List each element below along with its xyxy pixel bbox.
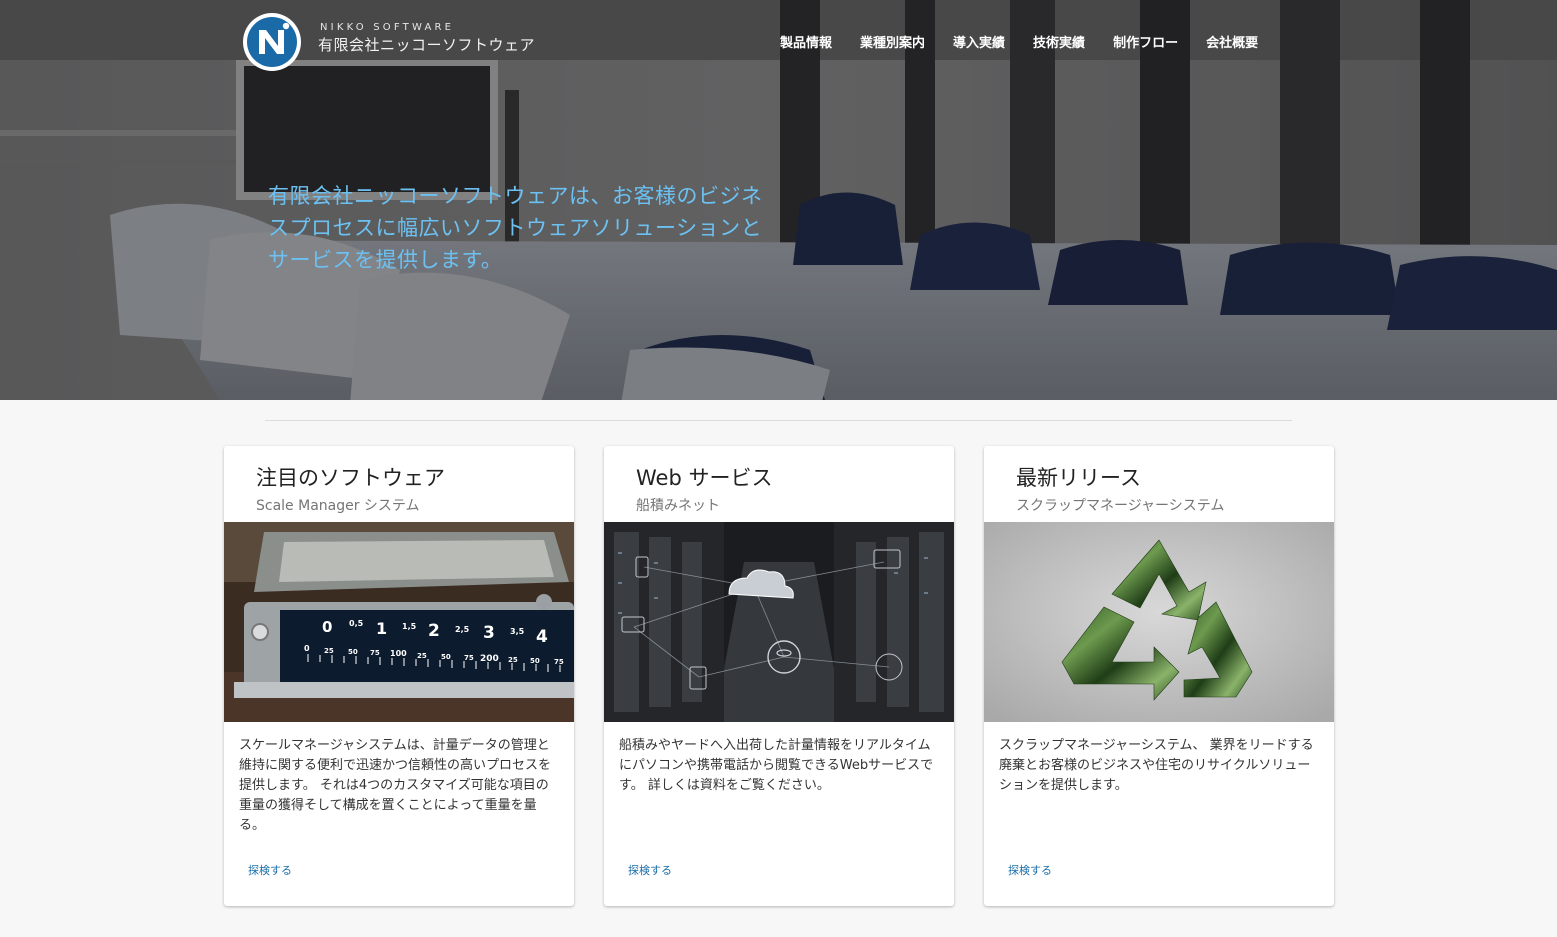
- svg-text:100: 100: [390, 649, 407, 658]
- nav-item-workflow[interactable]: 制作フロー: [1099, 32, 1192, 51]
- hero-banner: NIKKO SOFTWARE 有限会社ニッコーソフトウェア 製品情報 業種別案内…: [0, 0, 1557, 400]
- svg-text:25: 25: [324, 647, 334, 655]
- svg-text:0: 0: [304, 644, 310, 653]
- nav-item-products[interactable]: 製品情報: [766, 32, 846, 51]
- svg-text:0,5: 0,5: [349, 619, 364, 628]
- nav-item-company[interactable]: 会社概要: [1192, 32, 1272, 51]
- svg-text:0: 0: [322, 618, 332, 636]
- svg-text:3,5: 3,5: [510, 627, 525, 636]
- card-description: スケールマネージャシステムは、計量データの管理と維持に関する便利で迅速かつ信頼性…: [239, 738, 552, 833]
- svg-text:4: 4: [536, 627, 548, 647]
- svg-text:25: 25: [417, 652, 427, 660]
- recycle-symbol-image: [984, 522, 1334, 722]
- svg-text:200: 200: [480, 654, 499, 664]
- hero-tagline: 有限会社ニッコーソフトウェアは、お客様のビジネスプロセスに幅広いソフトウェアソリ…: [268, 184, 763, 272]
- card-subtitle: スクラップマネージャーシステム: [1016, 498, 1225, 514]
- card-description: 船積みやヤードへ入出荷した計量情報をリアルタイムにパソコンや携帯電話から閲覧でき…: [619, 738, 934, 793]
- card-subtitle: Scale Manager システム: [256, 498, 420, 514]
- main-nav: 製品情報 業種別案内 導入実績 技術実績 制作フロー 会社概要: [766, 32, 1272, 51]
- svg-text:25: 25: [508, 656, 518, 664]
- card-subtitle: 船積みネット: [636, 498, 720, 514]
- explore-link[interactable]: 探検する: [248, 862, 292, 878]
- svg-text:50: 50: [441, 653, 451, 661]
- scale-ruler-image: 0 0,5 1 1,5 2 2,5 3 3,5 4 0 25 50 75 100…: [224, 522, 574, 722]
- hero-overlay: [0, 0, 1557, 400]
- card-featured-software: 注目のソフトウェア Scale Manager システム 0 0,5 1 1,5…: [224, 446, 574, 906]
- svg-text:1: 1: [376, 619, 387, 638]
- svg-text:75: 75: [370, 649, 380, 657]
- section-divider: [265, 420, 1292, 421]
- card-web-service: Web サービス 船積みネット 船積みやヤードへ入出荷した計量情報をリアルタイム…: [604, 446, 954, 906]
- card-description: スクラップマネージャーシステム、 業界をリードする廃棄とお客様のビジネスや住宅の…: [999, 738, 1314, 793]
- svg-text:50: 50: [348, 648, 358, 656]
- brand-name-en: NIKKO SOFTWARE: [320, 22, 455, 33]
- card-title: 最新リリース: [1016, 466, 1141, 490]
- card-latest-release: 最新リリース スクラップマネージャーシステム スクラップマネージャーシステム、 …: [984, 446, 1334, 906]
- brand-name-jp[interactable]: 有限会社ニッコーソフトウェア: [318, 34, 535, 55]
- svg-text:75: 75: [464, 654, 474, 662]
- nikko-logo-icon[interactable]: [242, 12, 302, 72]
- explore-link[interactable]: 探検する: [628, 862, 672, 878]
- card-title: Web サービス: [636, 466, 773, 490]
- svg-text:3: 3: [483, 623, 495, 643]
- svg-text:2,5: 2,5: [455, 625, 470, 634]
- nav-item-case-studies[interactable]: 導入実績: [939, 32, 1019, 51]
- svg-text:75: 75: [554, 658, 564, 666]
- nav-item-technology[interactable]: 技術実績: [1019, 32, 1099, 51]
- nav-item-industries[interactable]: 業種別案内: [846, 32, 939, 51]
- explore-link[interactable]: 探検する: [1008, 862, 1052, 878]
- svg-text:1,5: 1,5: [402, 622, 417, 631]
- svg-text:50: 50: [530, 657, 540, 665]
- server-cloud-image: [604, 522, 954, 722]
- svg-text:2: 2: [428, 621, 440, 641]
- card-title: 注目のソフトウェア: [256, 466, 445, 490]
